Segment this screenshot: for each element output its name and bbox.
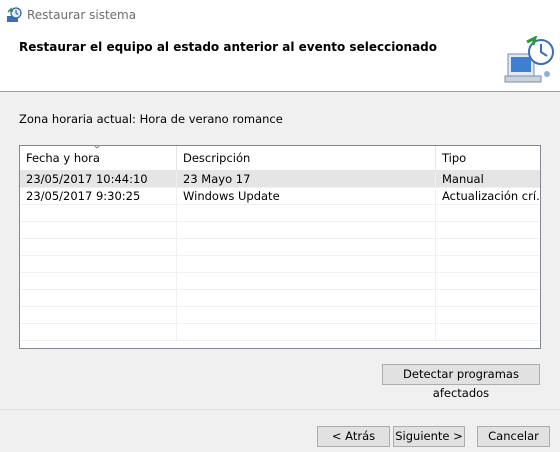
column-date-header[interactable]: Fecha y hora [20, 146, 177, 170]
next-button[interactable]: Siguiente > [393, 426, 465, 447]
description-cell: 23 Mayo 17 [177, 171, 436, 187]
description-cell: Windows Update [177, 188, 436, 204]
title-bar: Restaurar sistema [0, 0, 560, 30]
table-body: 23/05/2017 10:44:10 23 Mayo 17 Manual 23… [20, 171, 540, 341]
page-title: Restaurar el equipo al estado anterior a… [19, 40, 438, 54]
table-row[interactable]: 23/05/2017 9:30:25 Windows Update Actual… [20, 188, 540, 205]
header-panel: Restaurar el equipo al estado anterior a… [0, 30, 560, 92]
cancel-button[interactable]: Cancelar [477, 426, 550, 447]
table-row[interactable]: 23/05/2017 10:44:10 23 Mayo 17 Manual [20, 171, 540, 188]
column-type-label: Tipo [442, 151, 467, 165]
restore-points-list[interactable]: Fecha y hora Descripción Tipo 23/05/2017… [19, 145, 541, 349]
empty-row [20, 307, 540, 324]
type-cell: Manual [442, 172, 484, 186]
column-description-header[interactable]: Descripción [177, 146, 436, 170]
empty-row [20, 256, 540, 273]
footer-divider [0, 409, 560, 410]
detect-affected-programs-button[interactable]: Detectar programas afectados [382, 364, 540, 400]
date-cell: 23/05/2017 10:44:10 [20, 171, 177, 187]
window-title: Restaurar sistema [27, 8, 137, 22]
empty-row [20, 324, 540, 341]
column-date-label: Fecha y hora [26, 151, 100, 165]
computer-restore-icon [504, 36, 554, 83]
empty-row [20, 222, 540, 239]
type-cell: Actualización crí… [442, 189, 540, 203]
empty-row [20, 273, 540, 290]
sort-down-icon [94, 146, 100, 149]
back-button[interactable]: < Atrás [317, 426, 390, 447]
timezone-label: Zona horaria actual: Hora de verano roma… [19, 112, 283, 126]
column-type-header[interactable]: Tipo [436, 146, 540, 170]
system-restore-icon [7, 7, 22, 22]
empty-row [20, 205, 540, 222]
empty-row [20, 290, 540, 307]
column-header: Fecha y hora Descripción Tipo [20, 146, 540, 171]
empty-row [20, 239, 540, 256]
date-cell: 23/05/2017 9:30:25 [20, 188, 177, 204]
column-description-label: Descripción [183, 151, 251, 165]
